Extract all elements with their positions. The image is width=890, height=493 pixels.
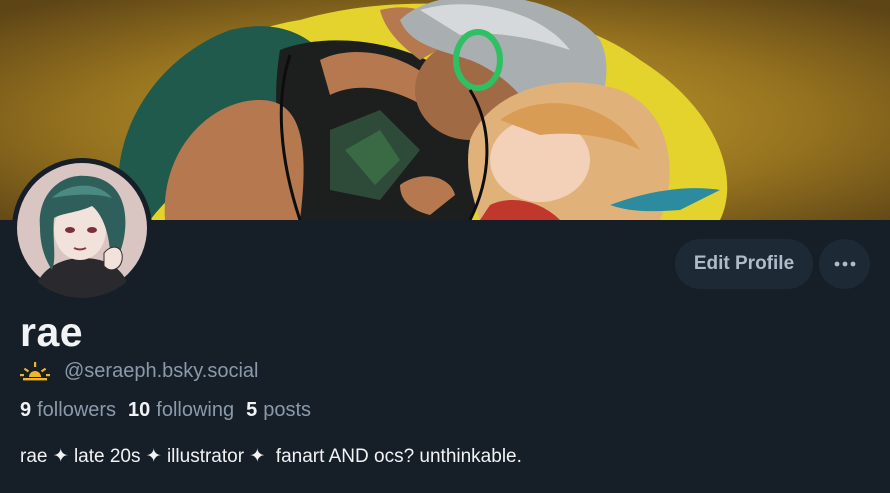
sunrise-icon [20, 362, 50, 381]
profile-bio: rae ✦ late 20s ✦ illustrator ✦ fanart AN… [20, 446, 522, 467]
following-stat[interactable]: 10 following [128, 399, 234, 422]
edit-profile-button[interactable]: Edit Profile [675, 239, 813, 289]
followers-count: 9 [20, 399, 32, 421]
profile-handle: @seraeph.bsky.social [64, 359, 259, 382]
following-label: following [156, 399, 235, 421]
edit-profile-label: Edit Profile [693, 253, 795, 274]
posts-stat: 5 posts [246, 399, 311, 422]
avatar-illustration [12, 158, 152, 298]
followers-stat[interactable]: 9 followers [20, 399, 116, 422]
posts-label: posts [263, 399, 312, 421]
profile-avatar[interactable] [12, 158, 152, 298]
posts-count: 5 [246, 399, 258, 421]
handle-row: @seraeph.bsky.social [20, 358, 258, 384]
display-name: rae [20, 309, 84, 355]
following-count: 10 [128, 399, 151, 421]
ellipsis-icon [834, 261, 855, 267]
followers-label: followers [37, 399, 117, 421]
more-options-button[interactable] [819, 239, 870, 289]
profile-stats: 9 followers 10 following 5 posts [20, 399, 323, 422]
